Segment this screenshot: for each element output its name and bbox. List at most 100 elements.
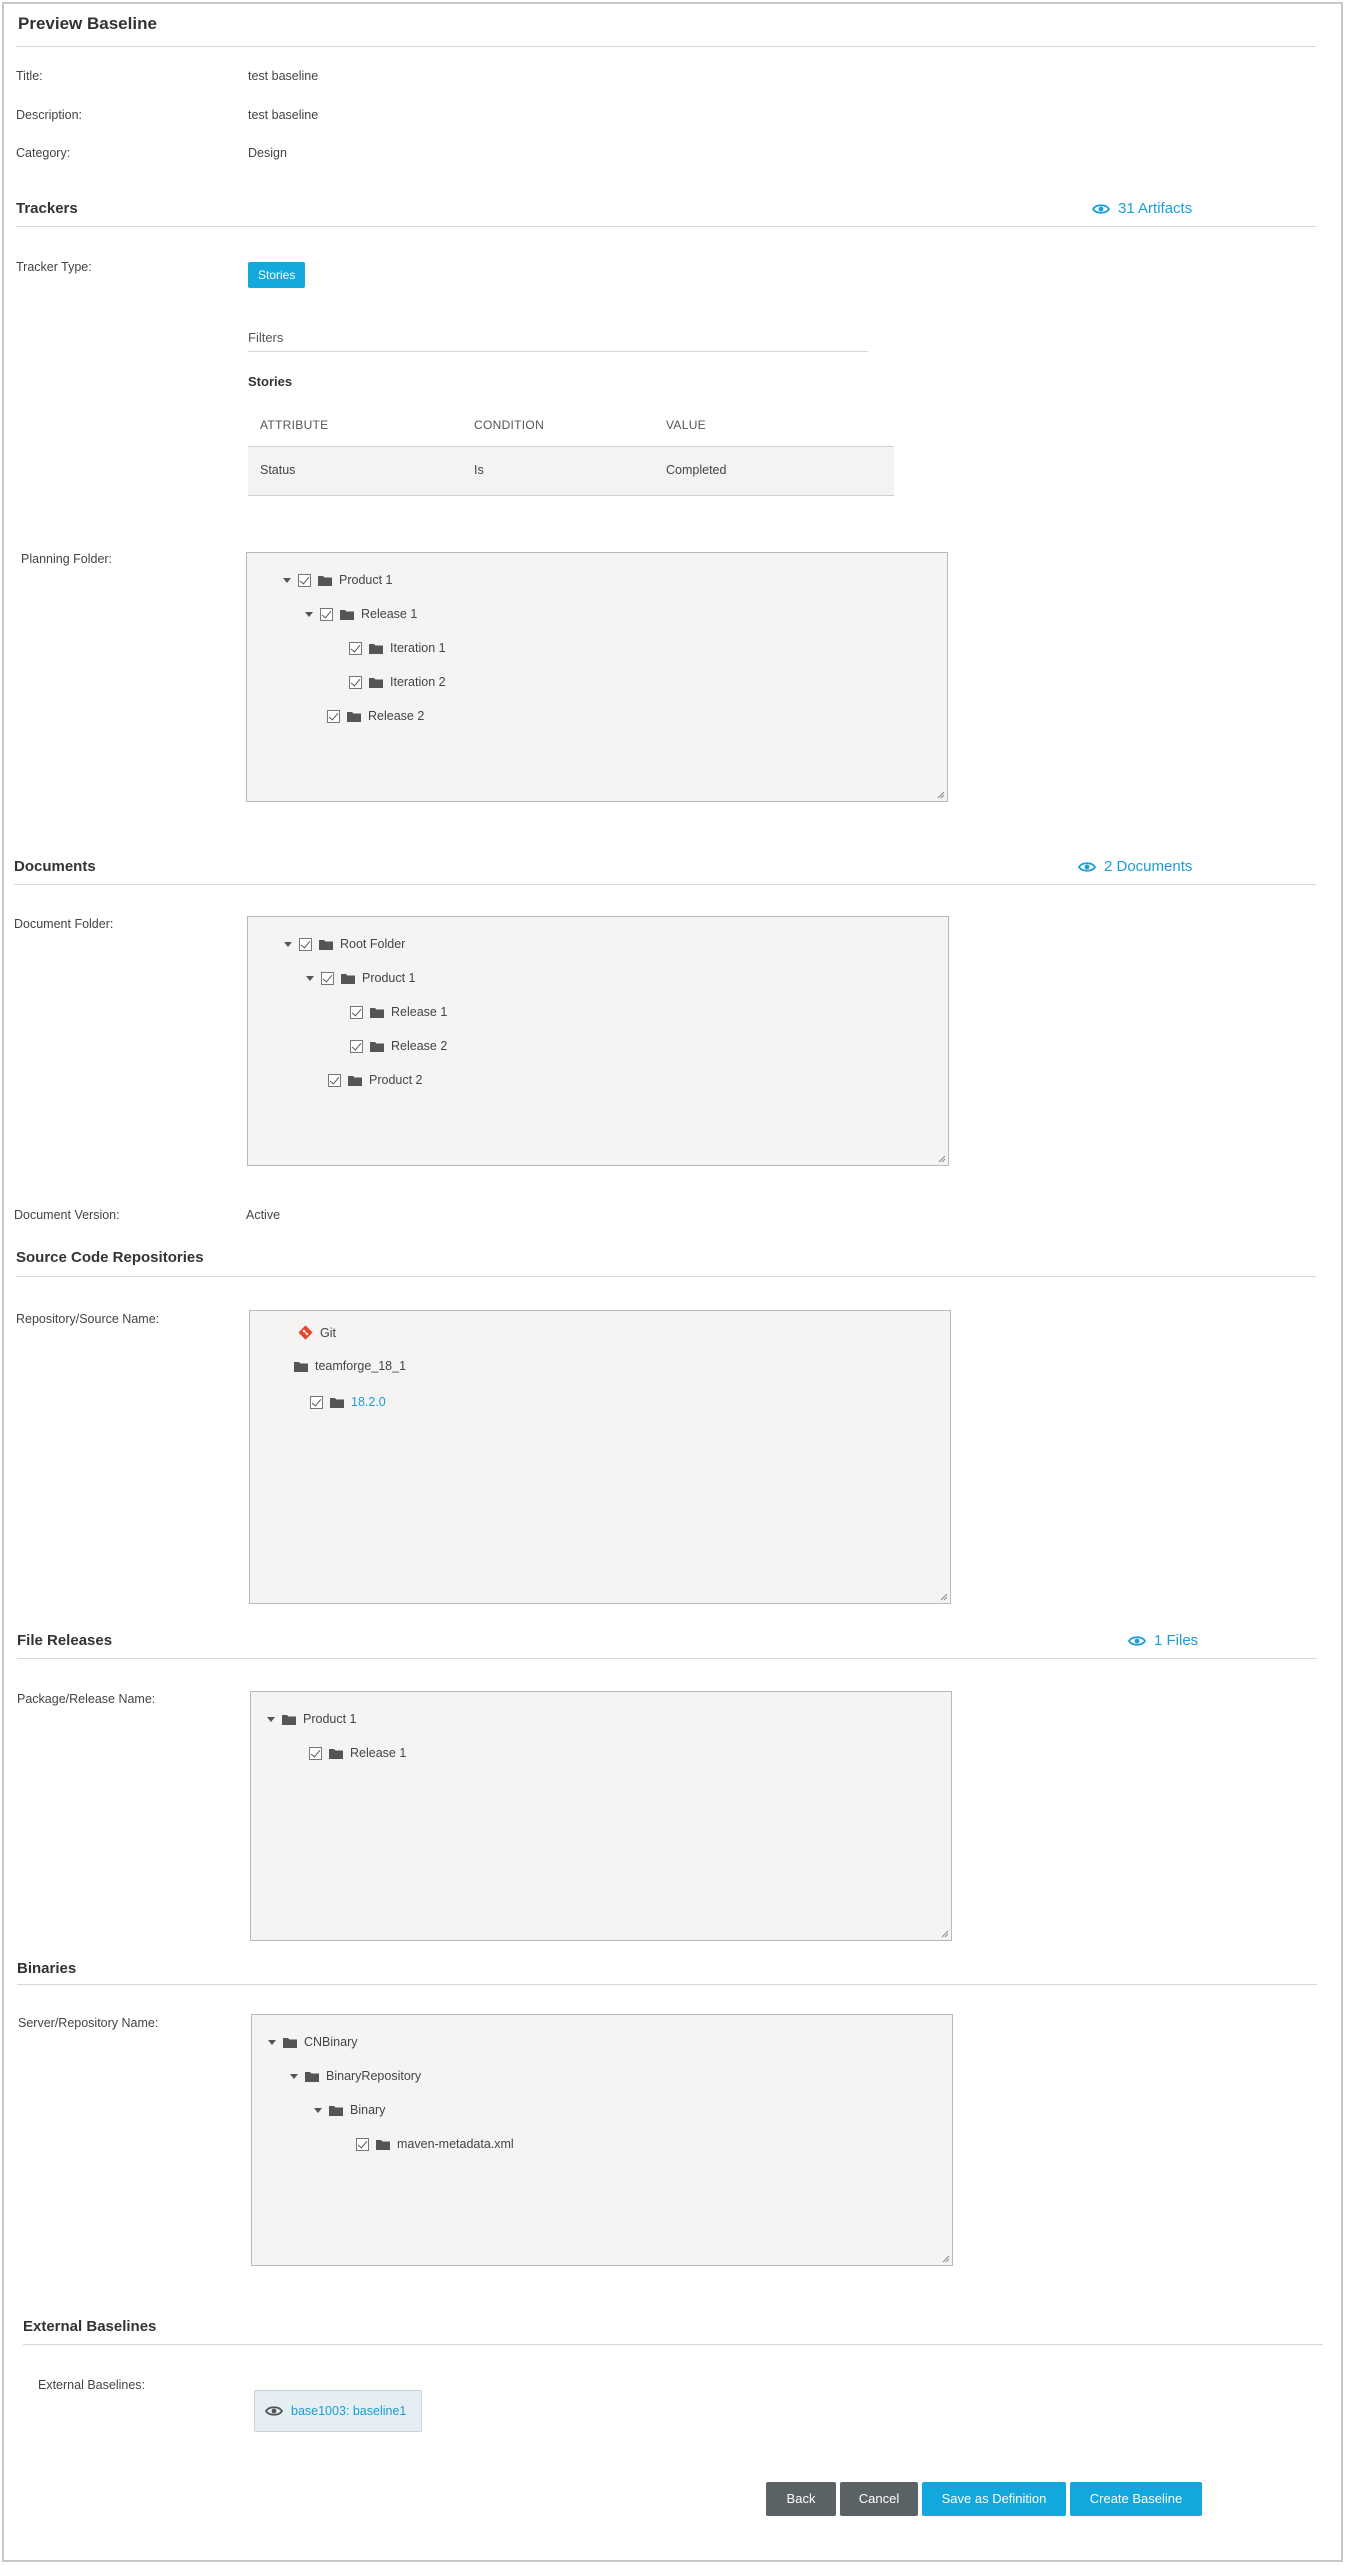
caret-down-icon[interactable] [284, 941, 292, 947]
caret-down-icon[interactable] [290, 2073, 298, 2079]
column-header: CONDITION [474, 418, 545, 432]
tree-item[interactable]: Release 1 [309, 1746, 406, 1760]
checkbox-checked[interactable] [320, 607, 333, 621]
folder-icon [370, 1007, 384, 1018]
tree-item[interactable]: Product 2 [328, 1073, 423, 1087]
tree-item-label: Release 2 [368, 709, 425, 723]
eye-icon [1078, 861, 1096, 872]
checkbox-checked[interactable] [349, 675, 362, 689]
checkbox-checked[interactable] [309, 1746, 322, 1760]
resize-handle-icon[interactable] [940, 1593, 948, 1601]
divider [16, 1276, 1316, 1277]
tree-item[interactable]: BinaryRepository [290, 2069, 421, 2083]
tree-item[interactable]: Release 2 [327, 709, 424, 723]
tree-item[interactable]: CNBinary [268, 2035, 358, 2049]
tree-item-label: Release 1 [361, 607, 418, 621]
tree-item-label: Iteration 2 [390, 675, 446, 689]
artifacts-count: 31 Artifacts [1118, 200, 1193, 217]
divider [14, 884, 1316, 885]
repository-tree[interactable]: Git teamforge_18_1 18.2.0 [249, 1310, 951, 1604]
table-cell: Completed [666, 463, 727, 477]
tracker-type-tag: Stories [248, 262, 306, 288]
page-title: Preview Baseline [18, 14, 157, 33]
artifacts-link[interactable]: 31 Artifacts [1092, 200, 1192, 217]
checkbox-checked[interactable] [350, 1039, 363, 1053]
caret-down-icon[interactable] [306, 975, 314, 981]
external-baseline-chip[interactable]: base1003: baseline1 [254, 2390, 422, 2432]
folder-icon [340, 609, 354, 620]
caret-down-icon[interactable] [268, 2039, 276, 2045]
folder-icon [329, 1748, 343, 1759]
divider [248, 351, 868, 352]
git-icon [298, 1325, 313, 1340]
tree-item[interactable]: Product 1 [267, 1712, 357, 1726]
checkbox-checked[interactable] [321, 971, 334, 985]
tree-item-label: maven-metadata.xml [397, 2137, 514, 2151]
tree-item-label: BinaryRepository [326, 2069, 422, 2083]
eye-icon [1092, 203, 1110, 214]
document-folder-label: Document Folder: [14, 917, 114, 931]
tree-item-label: Git [320, 1325, 336, 1340]
trackers-heading: Trackers [16, 200, 78, 217]
tree-item[interactable]: Binary [314, 2103, 385, 2117]
save-as-definition-button[interactable]: Save as Definition [922, 2482, 1066, 2516]
caret-down-icon[interactable] [267, 1716, 275, 1722]
tree-item[interactable]: maven-metadata.xml [356, 2137, 514, 2151]
files-link[interactable]: 1 Files [1128, 1632, 1198, 1649]
document-version-label: Document Version: [14, 1208, 120, 1222]
checkbox-checked[interactable] [310, 1395, 323, 1409]
caret-down-icon[interactable] [305, 611, 313, 617]
tree-item-link[interactable]: 18.2.0 [351, 1395, 386, 1409]
resize-handle-icon[interactable] [937, 791, 945, 799]
caret-down-icon[interactable] [283, 577, 291, 583]
resize-handle-icon[interactable] [941, 1930, 949, 1938]
tree-item-label: Product 2 [369, 1073, 423, 1087]
tree-item-label: Binary [350, 2103, 386, 2117]
tree-item[interactable]: Iteration 1 [349, 641, 446, 655]
checkbox-checked[interactable] [350, 1005, 363, 1019]
description-label: Description: [16, 108, 82, 122]
tree-item[interactable]: 18.2.0 [310, 1395, 386, 1409]
tree-item-label: teamforge_18_1 [315, 1359, 407, 1373]
cancel-button[interactable]: Cancel [840, 2482, 918, 2516]
tree-item: teamforge_18_1 [294, 1359, 406, 1373]
server-repository-label: Server/Repository Name: [18, 2016, 159, 2030]
title-label: Title: [16, 69, 43, 83]
resize-handle-icon[interactable] [938, 1155, 946, 1163]
planning-folder-tree[interactable]: Product 1 Release 1 Iteration 1 Iteratio… [246, 552, 948, 802]
tree-item[interactable]: Release 2 [350, 1039, 447, 1053]
tree-item[interactable]: Product 1 [283, 573, 393, 587]
checkbox-checked[interactable] [327, 709, 340, 723]
external-baselines-label: External Baselines: [38, 2378, 146, 2392]
tree-item[interactable]: Release 1 [350, 1005, 447, 1019]
documents-link[interactable]: 2 Documents [1078, 858, 1192, 875]
checkbox-checked[interactable] [356, 2137, 369, 2151]
external-baseline-link[interactable]: base1003: baseline1 [291, 2404, 406, 2418]
folder-icon [305, 2071, 319, 2082]
checkbox-checked[interactable] [328, 1073, 341, 1087]
tree-item[interactable]: Root Folder [284, 937, 405, 951]
create-baseline-button[interactable]: Create Baseline [1070, 2482, 1202, 2516]
tree-item[interactable]: Iteration 2 [349, 675, 446, 689]
folder-icon [294, 1361, 308, 1372]
server-repository-tree[interactable]: CNBinary BinaryRepository Binary maven-m… [251, 2014, 953, 2266]
tree-item[interactable]: Release 1 [305, 607, 417, 621]
tree-item-label: Release 1 [350, 1746, 407, 1760]
divider [16, 226, 1316, 227]
checkbox-checked[interactable] [349, 641, 362, 655]
tree-item[interactable]: Product 1 [306, 971, 416, 985]
caret-down-icon[interactable] [314, 2107, 322, 2113]
tree-item-label: Release 1 [391, 1005, 448, 1019]
checkbox-checked[interactable] [299, 937, 312, 951]
folder-icon [319, 939, 333, 950]
package-release-tree[interactable]: Product 1 Release 1 [250, 1691, 952, 1941]
tree-item-label: CNBinary [304, 2035, 358, 2049]
filter-tracker-name: Stories [248, 374, 293, 389]
tree-item-label: Root Folder [340, 937, 406, 951]
preview-baseline-panel: Preview Baseline Title: test baseline De… [2, 2, 1343, 2562]
column-header: ATTRIBUTE [260, 418, 329, 432]
back-button[interactable]: Back [766, 2482, 836, 2516]
document-folder-tree[interactable]: Root Folder Product 1 Release 1 Release … [247, 916, 949, 1166]
checkbox-checked[interactable] [298, 573, 311, 587]
resize-handle-icon[interactable] [942, 2255, 950, 2263]
